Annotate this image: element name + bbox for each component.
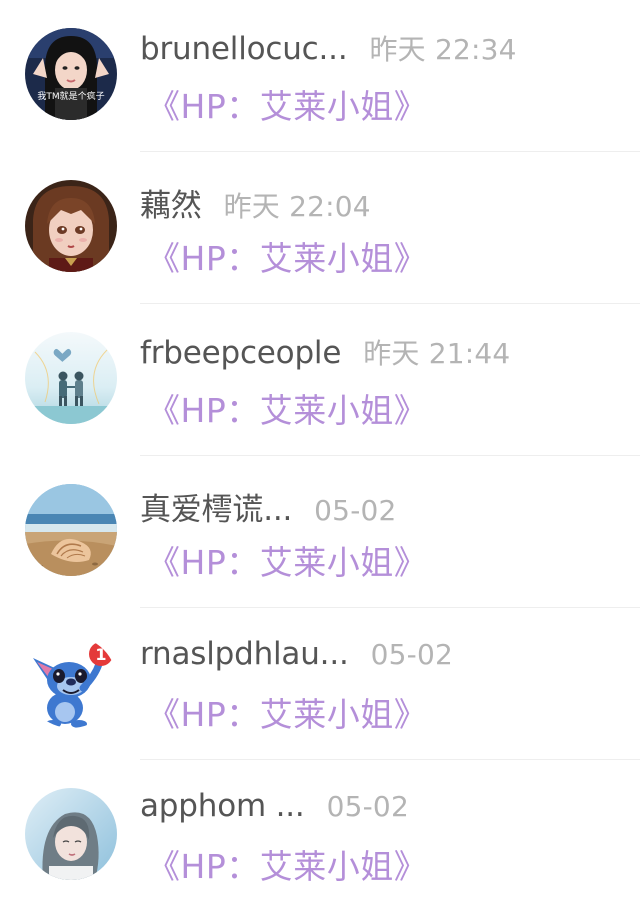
avatar-girl-photo-icon[interactable]: 我TM就是个疯子 xyxy=(25,28,117,120)
article-title[interactable]: 《HP：艾莱小姐》 xyxy=(147,536,427,584)
list-item[interactable]: 藕然 昨天 22:04 《HP：艾莱小姐》 xyxy=(0,152,640,304)
timestamp: 昨天 22:04 xyxy=(223,190,371,223)
list-item[interactable]: apphom ... 05-02 《HP：艾莱小姐》 xyxy=(0,760,640,912)
list-item[interactable]: 真爱樗谎... 05-02 《HP：艾莱小姐》 xyxy=(0,456,640,608)
timestamp: 昨天 21:44 xyxy=(363,337,511,370)
avatar-caption: 我TM就是个疯子 xyxy=(37,90,104,102)
name-row: frbeepceople 昨天 21:44 xyxy=(140,332,510,376)
name-row: 藕然 昨天 22:04 xyxy=(140,180,371,224)
article-title[interactable]: 《HP：艾莱小姐》 xyxy=(147,232,427,280)
article-title[interactable]: 《HP：艾莱小姐》 xyxy=(147,840,427,888)
name-row: 真爱樗谎... 05-02 xyxy=(140,484,397,528)
list-item[interactable]: 1 rnaslpdhlau... 05-02 《HP：艾莱小姐》 xyxy=(0,608,640,760)
timestamp: 昨天 22:34 xyxy=(369,33,517,66)
avatar-beach-shell-icon[interactable] xyxy=(25,484,117,576)
comment-list: 我TM就是个疯子 brunellocuc... 昨天 22:34 《HP：艾莱小… xyxy=(0,0,640,912)
name-row: brunellocuc... 昨天 22:34 xyxy=(140,28,517,72)
article-title[interactable]: 《HP：艾莱小姐》 xyxy=(147,688,427,736)
name-row: apphom ... 05-02 xyxy=(140,788,409,832)
article-title[interactable]: 《HP：艾莱小姐》 xyxy=(147,80,427,128)
list-item[interactable]: 我TM就是个疯子 brunellocuc... 昨天 22:34 《HP：艾莱小… xyxy=(0,0,640,152)
name-row: rnaslpdhlau... 05-02 xyxy=(140,636,453,680)
avatar-girl-blue-icon[interactable] xyxy=(25,788,117,880)
timestamp: 05-02 xyxy=(326,790,409,823)
avatar-couple-sky-icon[interactable] xyxy=(25,332,117,424)
user-name[interactable]: 藕然 xyxy=(140,180,202,225)
list-item[interactable]: frbeepceople 昨天 21:44 《HP：艾莱小姐》 xyxy=(0,304,640,456)
timestamp: 05-02 xyxy=(314,494,397,527)
user-name[interactable]: brunellocuc... xyxy=(140,31,348,67)
timestamp: 05-02 xyxy=(370,638,454,671)
user-name[interactable]: apphom ... xyxy=(140,788,305,824)
avatar-anime-girl-icon[interactable] xyxy=(25,180,117,272)
user-name[interactable]: rnaslpdhlau... xyxy=(140,636,349,672)
user-name[interactable]: frbeepceople xyxy=(140,335,341,371)
notification-badge: 1 xyxy=(95,645,106,664)
user-name[interactable]: 真爱樗谎... xyxy=(140,484,292,529)
avatar-stitch-icon[interactable]: 1 xyxy=(25,636,117,728)
article-title[interactable]: 《HP：艾莱小姐》 xyxy=(147,384,427,432)
